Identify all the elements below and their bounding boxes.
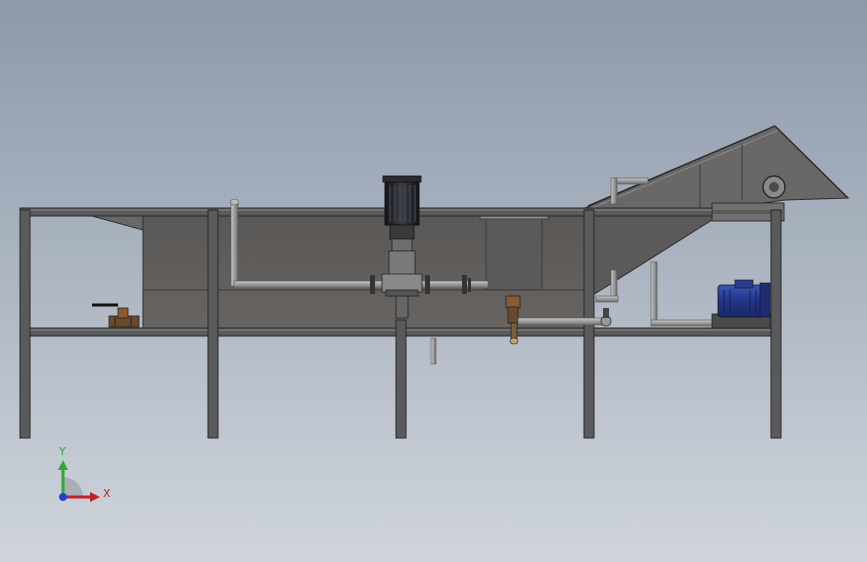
- leg-2: [207, 209, 219, 439]
- center-drain-pipe: [430, 337, 437, 365]
- pipe-flange: [425, 275, 430, 294]
- pipe-flange: [462, 275, 467, 294]
- y-axis-label: Y: [58, 445, 66, 458]
- coordinate-triad: Y X: [58, 445, 111, 502]
- cad-viewport[interactable]: Y X: [0, 0, 867, 562]
- leg-3: [395, 319, 407, 439]
- pump-motor-blue: [717, 284, 763, 318]
- leg-5: [770, 209, 782, 439]
- pipe-flange: [370, 275, 375, 294]
- machine-assembly-drawing: Y X: [19, 125, 850, 502]
- top-frame-rail: [19, 207, 713, 217]
- z-axis-icon: [59, 493, 67, 501]
- x-axis-label: X: [103, 487, 111, 500]
- centrifugal-pump: [711, 279, 771, 329]
- inlet-pipe: [230, 198, 239, 287]
- drain-valve: [92, 303, 140, 328]
- leg-1: [19, 209, 31, 439]
